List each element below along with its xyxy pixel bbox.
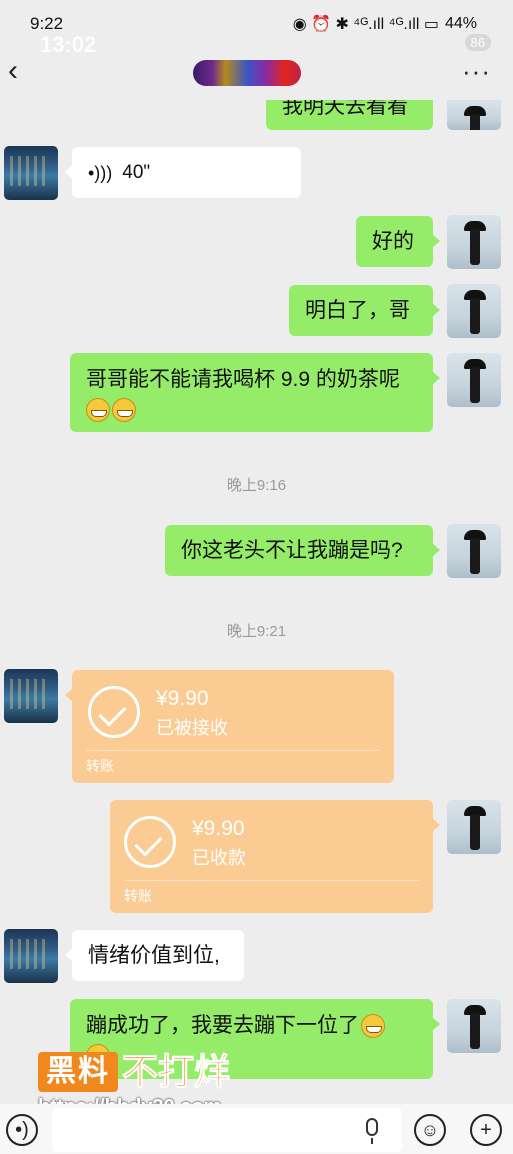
timestamp: 晚上9:21 xyxy=(226,623,287,640)
my-avatar[interactable] xyxy=(447,800,501,854)
emoji-icon[interactable]: ☺ xyxy=(414,1114,446,1146)
redacted-contact-name xyxy=(193,60,301,86)
watermark-name: 不打烊 xyxy=(121,1051,231,1092)
divider xyxy=(86,750,380,751)
clock: 9:22 xyxy=(30,14,64,33)
my-avatar[interactable] xyxy=(447,524,501,578)
my-avatar[interactable] xyxy=(447,999,501,1053)
transfer-card-sent[interactable]: ¥9.90 已收款 转账 xyxy=(110,800,440,913)
system-icons: ◉ ⏰ ✱ ⁴ᴳ.ıll ⁴ᴳ.ıll ▭ xyxy=(292,16,439,33)
status-bar: 13:02 9:22 ◉ ⏰ ✱ ⁴ᴳ.ıll ⁴ᴳ.ıll ▭ 44% 86 xyxy=(0,0,513,57)
more-options-icon[interactable]: ··· xyxy=(462,56,491,87)
message-sent[interactable]: 哥哥能不能请我喝杯 9.9 的奶茶呢 xyxy=(70,353,440,432)
transfer-label: 转账 xyxy=(86,758,114,774)
plus-icon[interactable]: + xyxy=(470,1114,502,1146)
my-avatar[interactable] xyxy=(447,215,501,269)
my-avatar[interactable] xyxy=(447,353,501,407)
message-text: 你这老头不让我蹦是吗? xyxy=(181,538,403,562)
check-circle-icon xyxy=(88,686,140,738)
transfer-label: 转账 xyxy=(124,888,152,904)
voice-duration: 40" xyxy=(122,161,151,183)
transfer-amount: ¥9.90 xyxy=(192,817,245,840)
timestamp: 晚上9:16 xyxy=(226,477,287,494)
message-sent[interactable]: 你这老头不让我蹦是吗? xyxy=(165,525,440,576)
voice-toggle-icon[interactable]: •) xyxy=(6,1114,38,1146)
message-sent[interactable]: 好的 xyxy=(356,216,440,267)
message-text: 蹦成功了，我要去蹦下一位了 xyxy=(86,1014,359,1037)
transfer-amount: ¥9.90 xyxy=(156,687,209,710)
divider xyxy=(124,880,419,881)
contact-avatar[interactable] xyxy=(4,669,58,723)
input-bar: •) ☺ + xyxy=(0,1104,513,1154)
laugh-cry-emoji-icon xyxy=(361,1014,385,1039)
my-avatar[interactable] xyxy=(447,284,501,338)
message-text: 明白了，哥 xyxy=(305,298,410,322)
message-text: 哥哥能不能请我喝杯 9.9 的奶茶呢 xyxy=(86,368,400,391)
transfer-card-received[interactable]: ¥9.90 已被接收 转账 xyxy=(65,670,394,783)
watermark-logo: 黑料 xyxy=(38,1052,118,1092)
message-sent-partial[interactable]: 我明天去看看 xyxy=(266,100,433,130)
voice-wave-icon: •))) xyxy=(88,162,113,183)
battery-percent: 44% xyxy=(444,15,477,32)
contact-avatar[interactable] xyxy=(4,929,58,983)
message-input[interactable] xyxy=(52,1108,402,1152)
message-text: 好的 xyxy=(372,229,414,253)
message-text: 情绪价值到位, xyxy=(88,943,220,967)
my-avatar[interactable] xyxy=(447,100,501,130)
contact-avatar[interactable] xyxy=(4,146,58,200)
chat-header: ‹ ··· xyxy=(0,48,513,100)
grin-emoji-icon xyxy=(86,398,110,423)
message-text: 我明天去看看 xyxy=(282,100,408,118)
message-received[interactable]: 情绪价值到位, xyxy=(65,930,244,981)
back-icon[interactable]: ‹ xyxy=(8,54,18,88)
microphone-icon[interactable] xyxy=(366,1118,378,1144)
transfer-status: 已收款 xyxy=(192,848,246,868)
check-circle-icon xyxy=(124,816,176,868)
voice-message[interactable]: •))) 40" xyxy=(65,147,301,198)
status-icons: ◉ ⏰ ✱ ⁴ᴳ.ıll ⁴ᴳ.ıll ▭ 44% xyxy=(293,14,477,34)
grin-emoji-icon xyxy=(112,398,136,423)
message-sent[interactable]: 明白了，哥 xyxy=(289,285,440,336)
transfer-status: 已被接收 xyxy=(156,718,228,738)
